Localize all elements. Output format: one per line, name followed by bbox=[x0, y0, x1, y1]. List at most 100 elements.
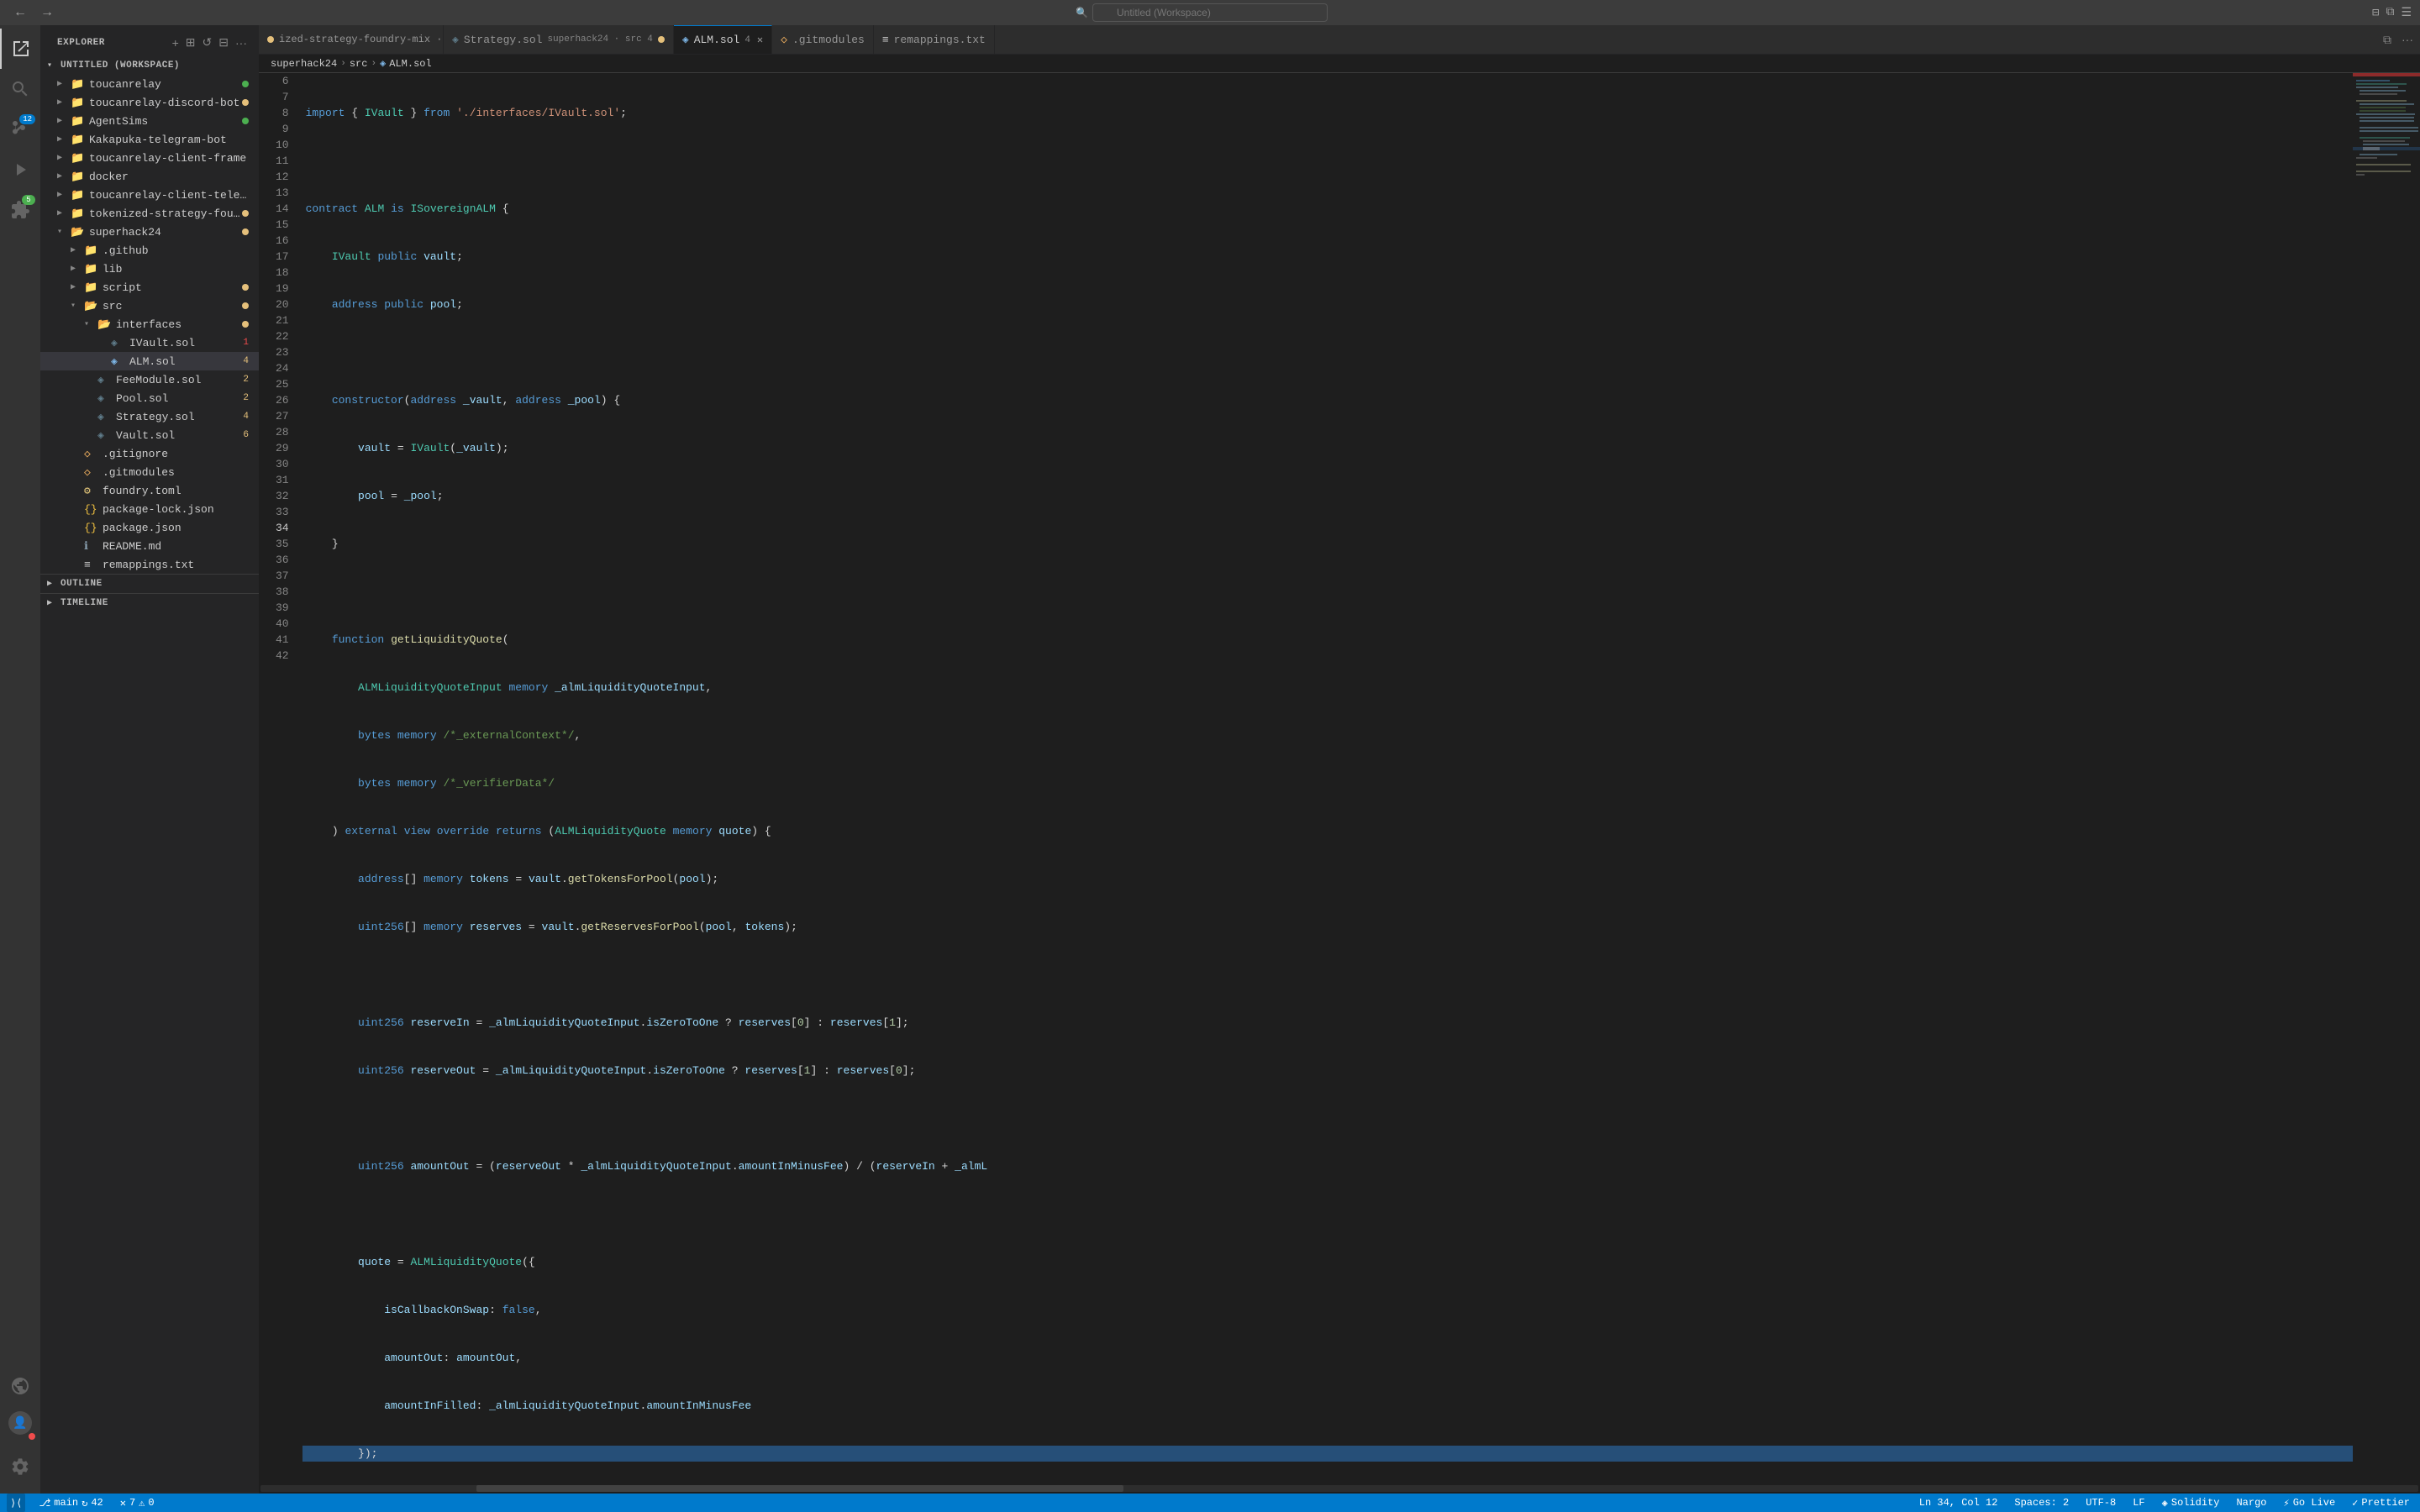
list-item[interactable]: ▶ 📁 tokenized-strategy-foundry-mix bbox=[40, 204, 259, 223]
activity-explorer[interactable] bbox=[0, 29, 40, 69]
list-item[interactable]: ▶ 📁 script bbox=[40, 278, 259, 297]
code-line: uint256 reserveOut = _almLiquidityQuoteI… bbox=[302, 1063, 2353, 1079]
tab-tokenized[interactable]: ized-strategy-foundry-mix · src M bbox=[259, 25, 444, 55]
list-item[interactable]: ▶ 📁 .github bbox=[40, 241, 259, 260]
list-item[interactable]: {} package.json bbox=[40, 518, 259, 537]
line-ending-status[interactable]: LF bbox=[2129, 1494, 2148, 1512]
list-item[interactable]: ▶ 📁 lib bbox=[40, 260, 259, 278]
tab-dot bbox=[267, 36, 274, 43]
more-tabs-button[interactable]: ··· bbox=[2398, 31, 2417, 49]
list-item[interactable]: ▶ 📁 toucanrelay-discord-bot bbox=[40, 93, 259, 112]
live-server-status[interactable]: ⚡ Go Live bbox=[2281, 1494, 2339, 1512]
workspace-heading[interactable]: ▾ UNTITLED (WORKSPACE) bbox=[40, 56, 259, 75]
list-item[interactable]: ▶ 📁 Kakapuka-telegram-bot bbox=[40, 130, 259, 149]
code-line-highlighted: }); bbox=[302, 1446, 2353, 1462]
list-item[interactable]: ▾ 📂 src bbox=[40, 297, 259, 315]
activity-remote[interactable] bbox=[0, 1366, 40, 1406]
activity-source-control[interactable]: 12 bbox=[0, 109, 40, 150]
indentation-status[interactable]: Spaces: 2 bbox=[2011, 1494, 2072, 1512]
list-item[interactable]: ℹ README.md bbox=[40, 537, 259, 555]
list-item[interactable]: ⚙ foundry.toml bbox=[40, 481, 259, 500]
folder-icon: 📂 bbox=[71, 226, 86, 239]
list-item[interactable]: ▶ 📁 AgentSims bbox=[40, 112, 259, 130]
list-item[interactable]: ◈ Vault.sol 6 bbox=[40, 426, 259, 444]
activity-account[interactable]: 👤 bbox=[0, 1406, 40, 1446]
list-item[interactable]: ◇ .gitmodules bbox=[40, 463, 259, 481]
tab-alm[interactable]: ◈ ALM.sol 4 ✕ bbox=[674, 25, 772, 55]
item-label: Kakapuka-telegram-bot bbox=[89, 134, 249, 146]
folder-expand-icon: ▾ bbox=[57, 227, 71, 237]
scrollbar-thumb[interactable] bbox=[476, 1485, 1123, 1492]
new-file-button[interactable]: + bbox=[171, 34, 181, 51]
timeline-header[interactable]: ▶ TIMELINE bbox=[40, 594, 259, 612]
code-line: isCallbackOnSwap: false, bbox=[302, 1302, 2353, 1318]
layout-icon[interactable]: ⊟ bbox=[2372, 6, 2379, 20]
customize-icon[interactable]: ☰ bbox=[2401, 6, 2412, 20]
split-icon[interactable]: ⧉ bbox=[2386, 6, 2394, 20]
list-item[interactable]: ▶ 📁 toucanrelay bbox=[40, 75, 259, 93]
list-item[interactable]: ◈ FeeModule.sol 2 bbox=[40, 370, 259, 389]
sidebar-title: Explorer bbox=[57, 38, 105, 48]
list-item[interactable]: ◈ Strategy.sol 4 bbox=[40, 407, 259, 426]
list-item[interactable]: ▶ 📁 toucanrelay-client-frame bbox=[40, 149, 259, 167]
refresh-button[interactable]: ↺ bbox=[201, 34, 214, 51]
tab-label: .gitmodules bbox=[792, 34, 865, 46]
line-num: 15 bbox=[276, 217, 289, 233]
horizontal-scrollbar[interactable] bbox=[259, 1483, 2420, 1494]
item-label: package.json bbox=[103, 522, 249, 534]
code-line: function getLiquidityQuote( bbox=[302, 632, 2353, 648]
list-item[interactable]: ▾ 📂 interfaces bbox=[40, 315, 259, 333]
branch-icon: ⎇ bbox=[39, 1497, 50, 1509]
breadcrumb-file[interactable]: ◈ ALM.sol bbox=[380, 57, 432, 70]
activity-settings[interactable] bbox=[0, 1446, 40, 1487]
title-search-input[interactable] bbox=[1092, 3, 1328, 22]
item-label: remappings.txt bbox=[103, 559, 249, 571]
list-item[interactable]: ▶ 📁 docker bbox=[40, 167, 259, 186]
encoding-text: UTF-8 bbox=[2086, 1497, 2116, 1509]
collapse-button[interactable]: ⊟ bbox=[217, 34, 230, 51]
expand-placeholder bbox=[84, 412, 97, 422]
expand-placeholder bbox=[71, 542, 84, 551]
errors-status[interactable]: ✕ 7 ⚠ 0 bbox=[117, 1494, 158, 1512]
list-item[interactable]: ▾ 📂 superhack24 bbox=[40, 223, 259, 241]
split-editor-button[interactable]: ⧉ bbox=[2380, 31, 2395, 49]
cursor-position[interactable]: Ln 34, Col 12 bbox=[1916, 1494, 2002, 1512]
language-status[interactable]: ◈ Solidity bbox=[2159, 1494, 2223, 1512]
sidebar-header: Explorer + ⊞ ↺ ⊟ ··· bbox=[40, 25, 259, 56]
breadcrumb-src[interactable]: src bbox=[350, 58, 368, 70]
list-item[interactable]: ▶ 📁 toucanrelay-client-telegram bbox=[40, 186, 259, 204]
list-item[interactable]: ≡ remappings.txt bbox=[40, 555, 259, 574]
list-item[interactable]: {} package-lock.json bbox=[40, 500, 259, 518]
new-folder-button[interactable]: ⊞ bbox=[184, 34, 197, 51]
back-button[interactable]: ← bbox=[8, 3, 32, 22]
code-area[interactable]: import { IVault } from './interfaces/IVa… bbox=[299, 73, 2353, 1483]
list-item[interactable]: ◈ Pool.sol 2 bbox=[40, 389, 259, 407]
remote-status[interactable]: ⟩⟨ bbox=[7, 1494, 25, 1512]
prettier-status[interactable]: ✓ Prettier bbox=[2349, 1494, 2413, 1512]
line-num: 22 bbox=[276, 328, 289, 344]
encoding-status[interactable]: UTF-8 bbox=[2082, 1494, 2119, 1512]
item-label: .github bbox=[103, 244, 249, 257]
list-item[interactable]: ◈ IVault.sol 1 bbox=[40, 333, 259, 352]
activity-search[interactable] bbox=[0, 69, 40, 109]
tab-remappings[interactable]: ≡ remappings.txt bbox=[874, 25, 995, 55]
activity-run[interactable] bbox=[0, 150, 40, 190]
list-item[interactable]: ◇ .gitignore bbox=[40, 444, 259, 463]
alm-sol-item[interactable]: ◈ ALM.sol 4 bbox=[40, 352, 259, 370]
activity-extensions[interactable]: 5 bbox=[0, 190, 40, 230]
tab-close-button[interactable]: ✕ bbox=[757, 34, 763, 46]
scrollbar-track[interactable] bbox=[260, 1485, 2418, 1492]
forward-button[interactable]: → bbox=[35, 3, 59, 22]
sol-file-icon: ◈ bbox=[97, 429, 113, 442]
item-label: Pool.sol bbox=[116, 392, 239, 405]
line-num: 25 bbox=[276, 376, 289, 392]
item-label: toucanrelay-discord-bot bbox=[89, 97, 242, 109]
more-options-button[interactable]: ··· bbox=[234, 34, 249, 51]
tab-strategy[interactable]: ◈ Strategy.sol superhack24 · src 4 bbox=[444, 25, 674, 55]
formatter-status[interactable]: Nargo bbox=[2233, 1494, 2270, 1512]
breadcrumb-workspace[interactable]: superhack24 bbox=[271, 58, 337, 70]
branch-status[interactable]: ⎇ main ↻ 42 bbox=[35, 1494, 106, 1512]
tab-gitmodules[interactable]: ◇ .gitmodules bbox=[772, 25, 874, 55]
editor-content[interactable]: 6 7 8 9 10 11 12 13 14 15 16 17 18 19 20… bbox=[259, 73, 2420, 1483]
outline-header[interactable]: ▶ OUTLINE bbox=[40, 575, 259, 593]
